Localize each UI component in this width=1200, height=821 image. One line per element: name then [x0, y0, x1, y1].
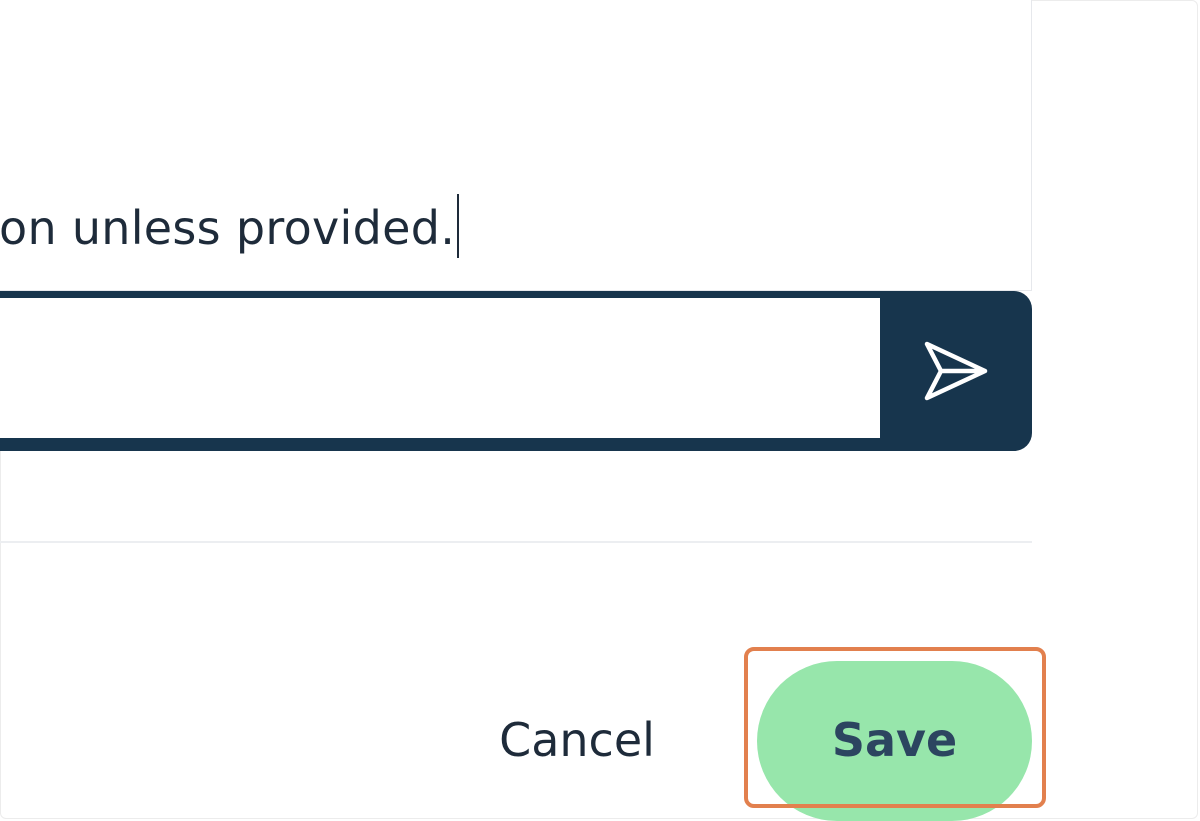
- text-caret: [457, 194, 460, 258]
- send-button[interactable]: [880, 291, 1032, 451]
- prompt-text-line: on unless provided.: [0, 194, 460, 258]
- section-divider: [0, 541, 1032, 543]
- send-paper-plane-icon: [924, 341, 988, 401]
- dialog-stage: on unless provided. Cancel Save: [0, 0, 1200, 821]
- message-input[interactable]: [0, 298, 880, 438]
- message-input-row: [0, 291, 1032, 451]
- save-button[interactable]: Save: [757, 661, 1032, 821]
- prompt-textarea[interactable]: on unless provided.: [0, 0, 1032, 291]
- cancel-button[interactable]: Cancel: [470, 690, 684, 790]
- prompt-text: on unless provided.: [0, 201, 456, 255]
